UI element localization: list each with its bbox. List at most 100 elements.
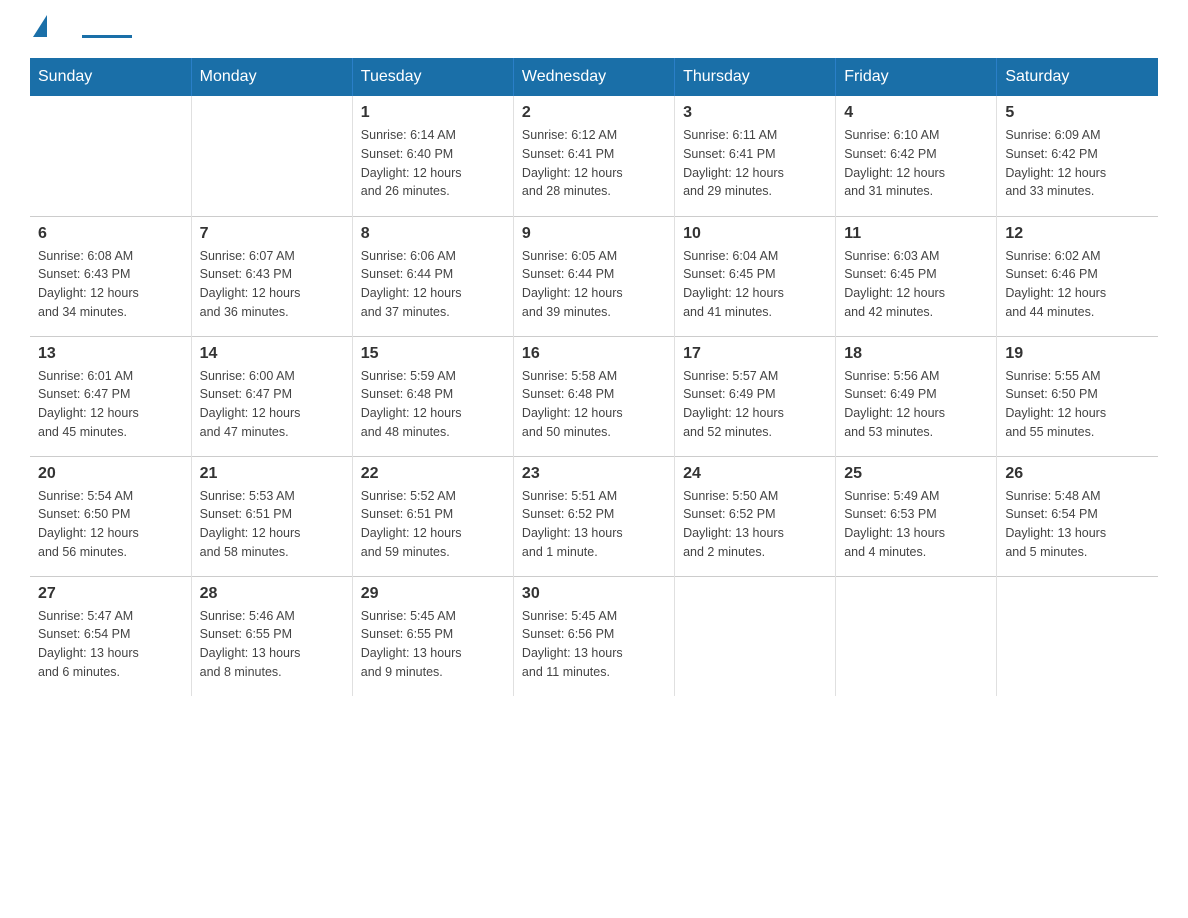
day-header-monday: Monday	[191, 58, 352, 96]
calendar-cell: 12 Sunrise: 6:02 AMSunset: 6:46 PMDayligh…	[997, 216, 1158, 336]
day-info: Sunrise: 6:08 AMSunset: 6:43 PMDaylight:…	[38, 247, 183, 322]
calendar-week-row: 13Sunrise: 6:01 AMSunset: 6:47 PMDayligh…	[30, 336, 1158, 456]
calendar-cell: 28 Sunrise: 5:46 AMSunset: 6:55 PMDayligh…	[191, 576, 352, 696]
calendar-week-row: 20 Sunrise: 5:54 AMSunset: 6:50 PMDayligh…	[30, 456, 1158, 576]
calendar-cell: 15 Sunrise: 5:59 AMSunset: 6:48 PMDayligh…	[352, 336, 513, 456]
day-number: 1	[361, 104, 505, 122]
day-header-friday: Friday	[836, 58, 997, 96]
day-number: 9	[522, 225, 666, 243]
calendar-cell: 24 Sunrise: 5:50 AMSunset: 6:52 PMDayligh…	[675, 456, 836, 576]
calendar-cell: 23 Sunrise: 5:51 AMSunset: 6:52 PMDayligh…	[513, 456, 674, 576]
day-info: Sunrise: 5:52 AMSunset: 6:51 PMDaylight:…	[361, 487, 505, 562]
day-info: Sunrise: 5:47 AMSunset: 6:54 PMDaylight:…	[38, 607, 183, 682]
calendar-cell	[30, 96, 191, 216]
calendar-cell: 17 Sunrise: 5:57 AMSunset: 6:49 PMDayligh…	[675, 336, 836, 456]
day-number: 27	[38, 585, 183, 603]
day-info: Sunrise: 6:14 AMSunset: 6:40 PMDaylight:…	[361, 126, 505, 201]
day-number: 10	[683, 225, 827, 243]
day-info: Sunrise: 6:05 AMSunset: 6:44 PMDaylight:…	[522, 247, 666, 322]
calendar-cell: 30 Sunrise: 5:45 AMSunset: 6:56 PMDayligh…	[513, 576, 674, 696]
calendar-cell: 22 Sunrise: 5:52 AMSunset: 6:51 PMDayligh…	[352, 456, 513, 576]
day-number: 20	[38, 465, 183, 483]
calendar-cell: 5 Sunrise: 6:09 AMSunset: 6:42 PMDaylight…	[997, 96, 1158, 216]
day-header-thursday: Thursday	[675, 58, 836, 96]
day-info: Sunrise: 5:55 AMSunset: 6:50 PMDaylight:…	[1005, 367, 1150, 442]
calendar-cell: 11 Sunrise: 6:03 AMSunset: 6:45 PMDayligh…	[836, 216, 997, 336]
day-info: Sunrise: 6:09 AMSunset: 6:42 PMDaylight:…	[1005, 126, 1150, 201]
day-number: 16	[522, 345, 666, 363]
day-number: 11	[844, 225, 988, 243]
calendar-cell: 25 Sunrise: 5:49 AMSunset: 6:53 PMDayligh…	[836, 456, 997, 576]
calendar-cell: 8Sunrise: 6:06 AMSunset: 6:44 PMDaylight…	[352, 216, 513, 336]
day-info: Sunrise: 6:12 AMSunset: 6:41 PMDaylight:…	[522, 126, 666, 201]
calendar-cell	[836, 576, 997, 696]
calendar-cell: 13Sunrise: 6:01 AMSunset: 6:47 PMDayligh…	[30, 336, 191, 456]
day-number: 7	[200, 225, 344, 243]
day-number: 13	[38, 345, 183, 363]
calendar-cell: 9 Sunrise: 6:05 AMSunset: 6:44 PMDaylight…	[513, 216, 674, 336]
day-number: 17	[683, 345, 827, 363]
calendar-cell: 27 Sunrise: 5:47 AMSunset: 6:54 PMDayligh…	[30, 576, 191, 696]
day-info: Sunrise: 5:59 AMSunset: 6:48 PMDaylight:…	[361, 367, 505, 442]
calendar-cell: 1 Sunrise: 6:14 AMSunset: 6:40 PMDaylight…	[352, 96, 513, 216]
day-info: Sunrise: 6:04 AMSunset: 6:45 PMDaylight:…	[683, 247, 827, 322]
calendar-cell: 29Sunrise: 5:45 AMSunset: 6:55 PMDayligh…	[352, 576, 513, 696]
day-number: 24	[683, 465, 827, 483]
calendar-cell	[191, 96, 352, 216]
day-number: 14	[200, 345, 344, 363]
calendar-week-row: 27 Sunrise: 5:47 AMSunset: 6:54 PMDayligh…	[30, 576, 1158, 696]
calendar-week-row: 1 Sunrise: 6:14 AMSunset: 6:40 PMDaylight…	[30, 96, 1158, 216]
day-number: 19	[1005, 345, 1150, 363]
day-number: 15	[361, 345, 505, 363]
day-number: 25	[844, 465, 988, 483]
calendar-cell: 20 Sunrise: 5:54 AMSunset: 6:50 PMDayligh…	[30, 456, 191, 576]
calendar-cell: 7Sunrise: 6:07 AMSunset: 6:43 PMDaylight…	[191, 216, 352, 336]
calendar-cell: 16 Sunrise: 5:58 AMSunset: 6:48 PMDayligh…	[513, 336, 674, 456]
day-number: 3	[683, 104, 827, 122]
day-header-sunday: Sunday	[30, 58, 191, 96]
day-info: Sunrise: 6:03 AMSunset: 6:45 PMDaylight:…	[844, 247, 988, 322]
calendar-cell: 3 Sunrise: 6:11 AMSunset: 6:41 PMDaylight…	[675, 96, 836, 216]
calendar-cell	[675, 576, 836, 696]
day-number: 5	[1005, 104, 1150, 122]
day-info: Sunrise: 5:45 AMSunset: 6:56 PMDaylight:…	[522, 607, 666, 682]
calendar-cell: 10 Sunrise: 6:04 AMSunset: 6:45 PMDayligh…	[675, 216, 836, 336]
calendar-header-row: SundayMondayTuesdayWednesdayThursdayFrid…	[30, 58, 1158, 96]
day-info: Sunrise: 5:48 AMSunset: 6:54 PMDaylight:…	[1005, 487, 1150, 562]
day-info: Sunrise: 5:49 AMSunset: 6:53 PMDaylight:…	[844, 487, 988, 562]
day-number: 23	[522, 465, 666, 483]
day-number: 6	[38, 225, 183, 243]
day-info: Sunrise: 5:53 AMSunset: 6:51 PMDaylight:…	[200, 487, 344, 562]
day-number: 12	[1005, 225, 1150, 243]
day-number: 4	[844, 104, 988, 122]
day-info: Sunrise: 6:11 AMSunset: 6:41 PMDaylight:…	[683, 126, 827, 201]
day-info: Sunrise: 6:00 AMSunset: 6:47 PMDaylight:…	[200, 367, 344, 442]
day-number: 18	[844, 345, 988, 363]
day-number: 8	[361, 225, 505, 243]
day-number: 30	[522, 585, 666, 603]
day-info: Sunrise: 5:54 AMSunset: 6:50 PMDaylight:…	[38, 487, 183, 562]
calendar-table: SundayMondayTuesdayWednesdayThursdayFrid…	[30, 58, 1158, 696]
calendar-cell: 21Sunrise: 5:53 AMSunset: 6:51 PMDayligh…	[191, 456, 352, 576]
day-info: Sunrise: 5:57 AMSunset: 6:49 PMDaylight:…	[683, 367, 827, 442]
day-info: Sunrise: 5:51 AMSunset: 6:52 PMDaylight:…	[522, 487, 666, 562]
calendar-cell: 18 Sunrise: 5:56 AMSunset: 6:49 PMDayligh…	[836, 336, 997, 456]
calendar-cell	[997, 576, 1158, 696]
day-number: 28	[200, 585, 344, 603]
day-header-saturday: Saturday	[997, 58, 1158, 96]
day-info: Sunrise: 5:46 AMSunset: 6:55 PMDaylight:…	[200, 607, 344, 682]
calendar-week-row: 6 Sunrise: 6:08 AMSunset: 6:43 PMDaylight…	[30, 216, 1158, 336]
day-number: 2	[522, 104, 666, 122]
day-info: Sunrise: 6:02 AMSunset: 6:46 PMDaylight:…	[1005, 247, 1150, 322]
logo-underline-bar	[82, 35, 132, 38]
day-info: Sunrise: 5:58 AMSunset: 6:48 PMDaylight:…	[522, 367, 666, 442]
calendar-cell: 4Sunrise: 6:10 AMSunset: 6:42 PMDaylight…	[836, 96, 997, 216]
day-header-wednesday: Wednesday	[513, 58, 674, 96]
day-header-tuesday: Tuesday	[352, 58, 513, 96]
day-number: 22	[361, 465, 505, 483]
day-info: Sunrise: 5:50 AMSunset: 6:52 PMDaylight:…	[683, 487, 827, 562]
page-header	[30, 20, 1158, 38]
day-info: Sunrise: 5:45 AMSunset: 6:55 PMDaylight:…	[361, 607, 505, 682]
day-info: Sunrise: 5:56 AMSunset: 6:49 PMDaylight:…	[844, 367, 988, 442]
calendar-cell: 2 Sunrise: 6:12 AMSunset: 6:41 PMDaylight…	[513, 96, 674, 216]
